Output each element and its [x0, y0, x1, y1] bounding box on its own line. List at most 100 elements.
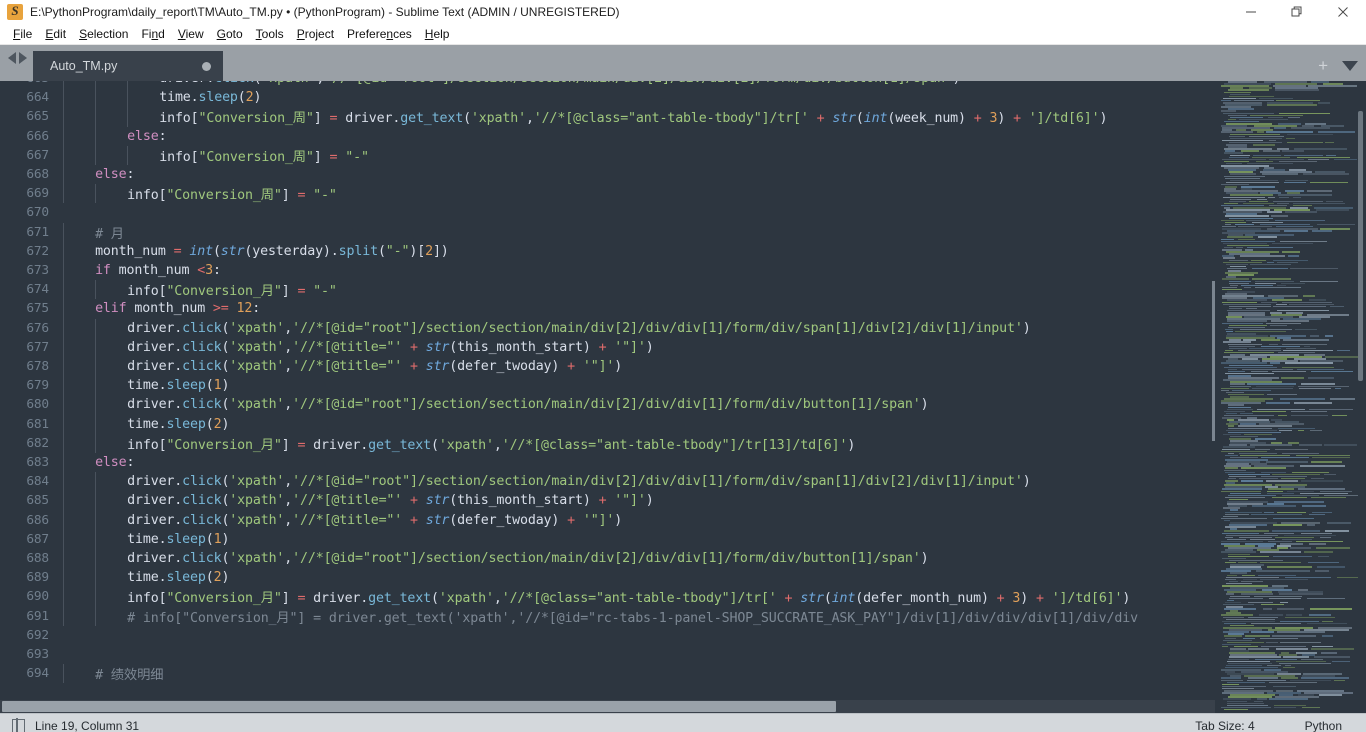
menu-item-edit[interactable]: Edit	[39, 26, 73, 43]
code-line[interactable]: 679 time.sleep(1)	[0, 376, 1215, 396]
tab-auto-tm-py[interactable]: Auto_TM.py	[33, 51, 223, 81]
code-line[interactable]: 687 time.sleep(1)	[0, 529, 1215, 549]
minimap-line-segment	[1248, 648, 1270, 650]
code-lines[interactable]: 663driver.click('xpath','//*[@id="root"]…	[0, 81, 1215, 713]
code-line[interactable]: 686 driver.click('xpath','//*[@title="' +…	[0, 510, 1215, 530]
close-button[interactable]	[1320, 0, 1366, 24]
code-line[interactable]: 663driver.click('xpath','//*[@id="root"]…	[0, 81, 1215, 89]
file-panel-icon[interactable]	[12, 718, 25, 732]
code-line[interactable]: 671 # 月	[0, 222, 1215, 242]
code-line[interactable]: 669 info["Conversion_周"] = "-"	[0, 184, 1215, 204]
menu-item-goto[interactable]: Goto	[211, 26, 250, 43]
syntax-indicator[interactable]: Python	[1305, 719, 1366, 732]
code-line[interactable]: 676 driver.click('xpath','//*[@id="root"]…	[0, 318, 1215, 338]
code-line[interactable]: 675 elif month_num >= 12:	[0, 299, 1215, 319]
minimap-line-segment	[1310, 181, 1349, 184]
code-editor[interactable]: 663driver.click('xpath','//*[@id="root"]…	[0, 81, 1215, 713]
code-line[interactable]: 694 # 绩效明细	[0, 664, 1215, 684]
code-line[interactable]: 688 driver.click('xpath','//*[@id="root"]…	[0, 549, 1215, 569]
code-line[interactable]: 666 else:	[0, 126, 1215, 146]
line-text: info["Conversion_月"] = "-"	[127, 284, 337, 300]
minimap-line-segment	[1284, 181, 1307, 184]
code-line[interactable]: 684 driver.click('xpath','//*[@id="root"]…	[0, 472, 1215, 492]
code-line[interactable]: 683 else:	[0, 453, 1215, 473]
indent-guide	[63, 549, 64, 569]
chevron-right-icon[interactable]	[19, 51, 27, 64]
menu-item-file[interactable]: File	[7, 26, 39, 43]
menu-item-find[interactable]: Find	[135, 26, 171, 43]
code-line[interactable]: 680 driver.click('xpath','//*[@id="root"]…	[0, 395, 1215, 415]
minimap-line-segment	[1280, 641, 1321, 644]
code-line[interactable]: 672 month_num = int(str(yesterday).split(…	[0, 241, 1215, 261]
minimap-line-segment	[1273, 305, 1326, 308]
minimap-line-segment	[1301, 706, 1320, 709]
code-line[interactable]: 667 info["Conversion_周"] = "-"	[0, 145, 1215, 165]
code-line[interactable]: 670	[0, 203, 1215, 222]
minimap-line-segment	[1317, 566, 1345, 568]
code-line[interactable]: 691 # info["Conversion_月"] = driver.get_t…	[0, 606, 1215, 626]
indent-guide	[95, 510, 97, 530]
minimap-line-segment	[1323, 473, 1336, 476]
minimap-line-segment	[1261, 339, 1280, 341]
code-line[interactable]: 677 driver.click('xpath','//*[@title="' +…	[0, 337, 1215, 357]
indent-guide	[63, 395, 64, 415]
chevron-left-icon[interactable]	[8, 51, 16, 64]
code-line[interactable]: 681 time.sleep(2)	[0, 414, 1215, 434]
minimap-line-segment	[1300, 480, 1344, 482]
restore-button[interactable]	[1274, 0, 1320, 24]
indent-guide	[95, 357, 97, 377]
code-line[interactable]: 668 else:	[0, 165, 1215, 185]
chevron-down-icon[interactable]	[1342, 60, 1358, 71]
minimap-line-segment	[1262, 173, 1299, 175]
line-number: 683	[26, 455, 49, 471]
minimap-line-segment	[1331, 660, 1351, 663]
minimap-line-segment	[1294, 402, 1332, 404]
indent-guide	[63, 318, 64, 338]
menu-item-help[interactable]: Help	[419, 26, 457, 43]
line-number: 690	[26, 589, 49, 605]
line-number: 685	[26, 493, 49, 509]
tab-size-indicator[interactable]: Tab Size: 4	[1195, 719, 1304, 732]
menu-item-tools[interactable]: Tools	[250, 26, 291, 43]
horizontal-scrollbar[interactable]	[0, 700, 1215, 713]
minimap-line-segment	[1332, 414, 1347, 417]
line-text: driver.click('xpath','//*[@title="' + st…	[127, 339, 654, 355]
code-line[interactable]: 678 driver.click('xpath','//*[@title="' +…	[0, 357, 1215, 377]
minimap-line-segment	[1293, 196, 1302, 198]
menu-item-project[interactable]: Project	[291, 26, 341, 43]
minimap-line-segment	[1274, 448, 1309, 450]
horizontal-scrollbar-thumb[interactable]	[2, 701, 836, 712]
minimap-line-segment	[1267, 393, 1298, 396]
indent-guide	[95, 81, 97, 89]
code-line[interactable]: 693	[0, 645, 1215, 664]
minimap-line-segment	[1260, 603, 1284, 606]
tab-dirty-indicator[interactable]	[202, 61, 211, 71]
code-line[interactable]: 689 time.sleep(2)	[0, 568, 1215, 588]
menu-item-preferences[interactable]: Preferences	[341, 26, 419, 43]
line-number: 682	[26, 435, 49, 451]
plus-icon[interactable]: +	[1318, 57, 1328, 74]
indent-guide	[63, 472, 64, 492]
indent-guide	[127, 81, 129, 89]
line-number: 675	[26, 301, 49, 317]
indent-guide	[63, 529, 64, 549]
menu-item-view[interactable]: View	[172, 26, 211, 43]
code-line[interactable]: 674 info["Conversion_月"] = "-"	[0, 280, 1215, 300]
minimap-line-segment	[1276, 631, 1325, 633]
code-line[interactable]: 665 info["Conversion_周"] = driver.get_tex…	[0, 107, 1215, 127]
minimap-line-segment	[1268, 698, 1308, 700]
minimize-button[interactable]	[1228, 0, 1274, 24]
code-line[interactable]: 673 if month_num <3:	[0, 261, 1215, 281]
code-line[interactable]: 664 time.sleep(2)	[0, 88, 1215, 108]
code-line[interactable]: 690 info["Conversion_月"] = driver.get_tex…	[0, 587, 1215, 607]
code-line[interactable]: 692	[0, 626, 1215, 645]
line-text: info["Conversion_周"] = "-"	[127, 188, 337, 204]
minimap[interactable]	[1215, 81, 1366, 713]
minimap-line-segment	[1307, 377, 1334, 379]
code-line[interactable]: 682 info["Conversion_月"] = driver.get_tex…	[0, 433, 1215, 453]
menu-item-selection[interactable]: Selection	[73, 26, 135, 43]
minimap-line-segment	[1311, 648, 1354, 650]
indent-guide	[63, 376, 64, 396]
code-line[interactable]: 685 driver.click('xpath','//*[@title="' +…	[0, 491, 1215, 511]
minimap-line-segment	[1265, 402, 1290, 404]
